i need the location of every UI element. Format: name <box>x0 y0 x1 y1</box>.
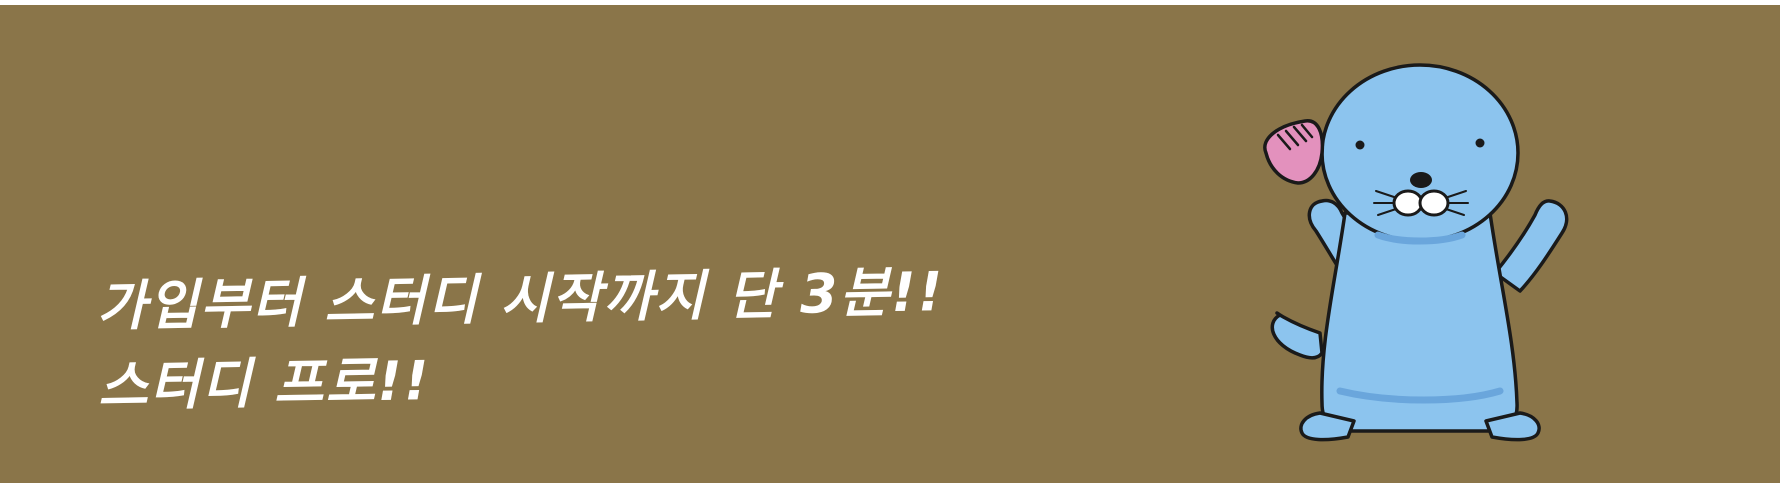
headline-line-1: 가입부터 스터디 시작까지 단 3분!! <box>96 260 945 338</box>
nose <box>1410 172 1432 188</box>
left-eye <box>1355 140 1365 150</box>
right-arm <box>1493 199 1569 293</box>
shell <box>1263 119 1325 185</box>
headline-line-2: 스터디 프로!! <box>97 349 432 418</box>
blue-seal-mascot-icon <box>1263 63 1569 442</box>
headline: 가입부터 스터디 시작까지 단 3분!! 스터디 프로!! <box>96 252 947 427</box>
hero-banner: 가입부터 스터디 시작까지 단 3분!! 스터디 프로!! <box>0 5 1780 483</box>
head <box>1320 63 1520 243</box>
right-eye <box>1475 138 1485 148</box>
tail <box>1270 311 1324 360</box>
